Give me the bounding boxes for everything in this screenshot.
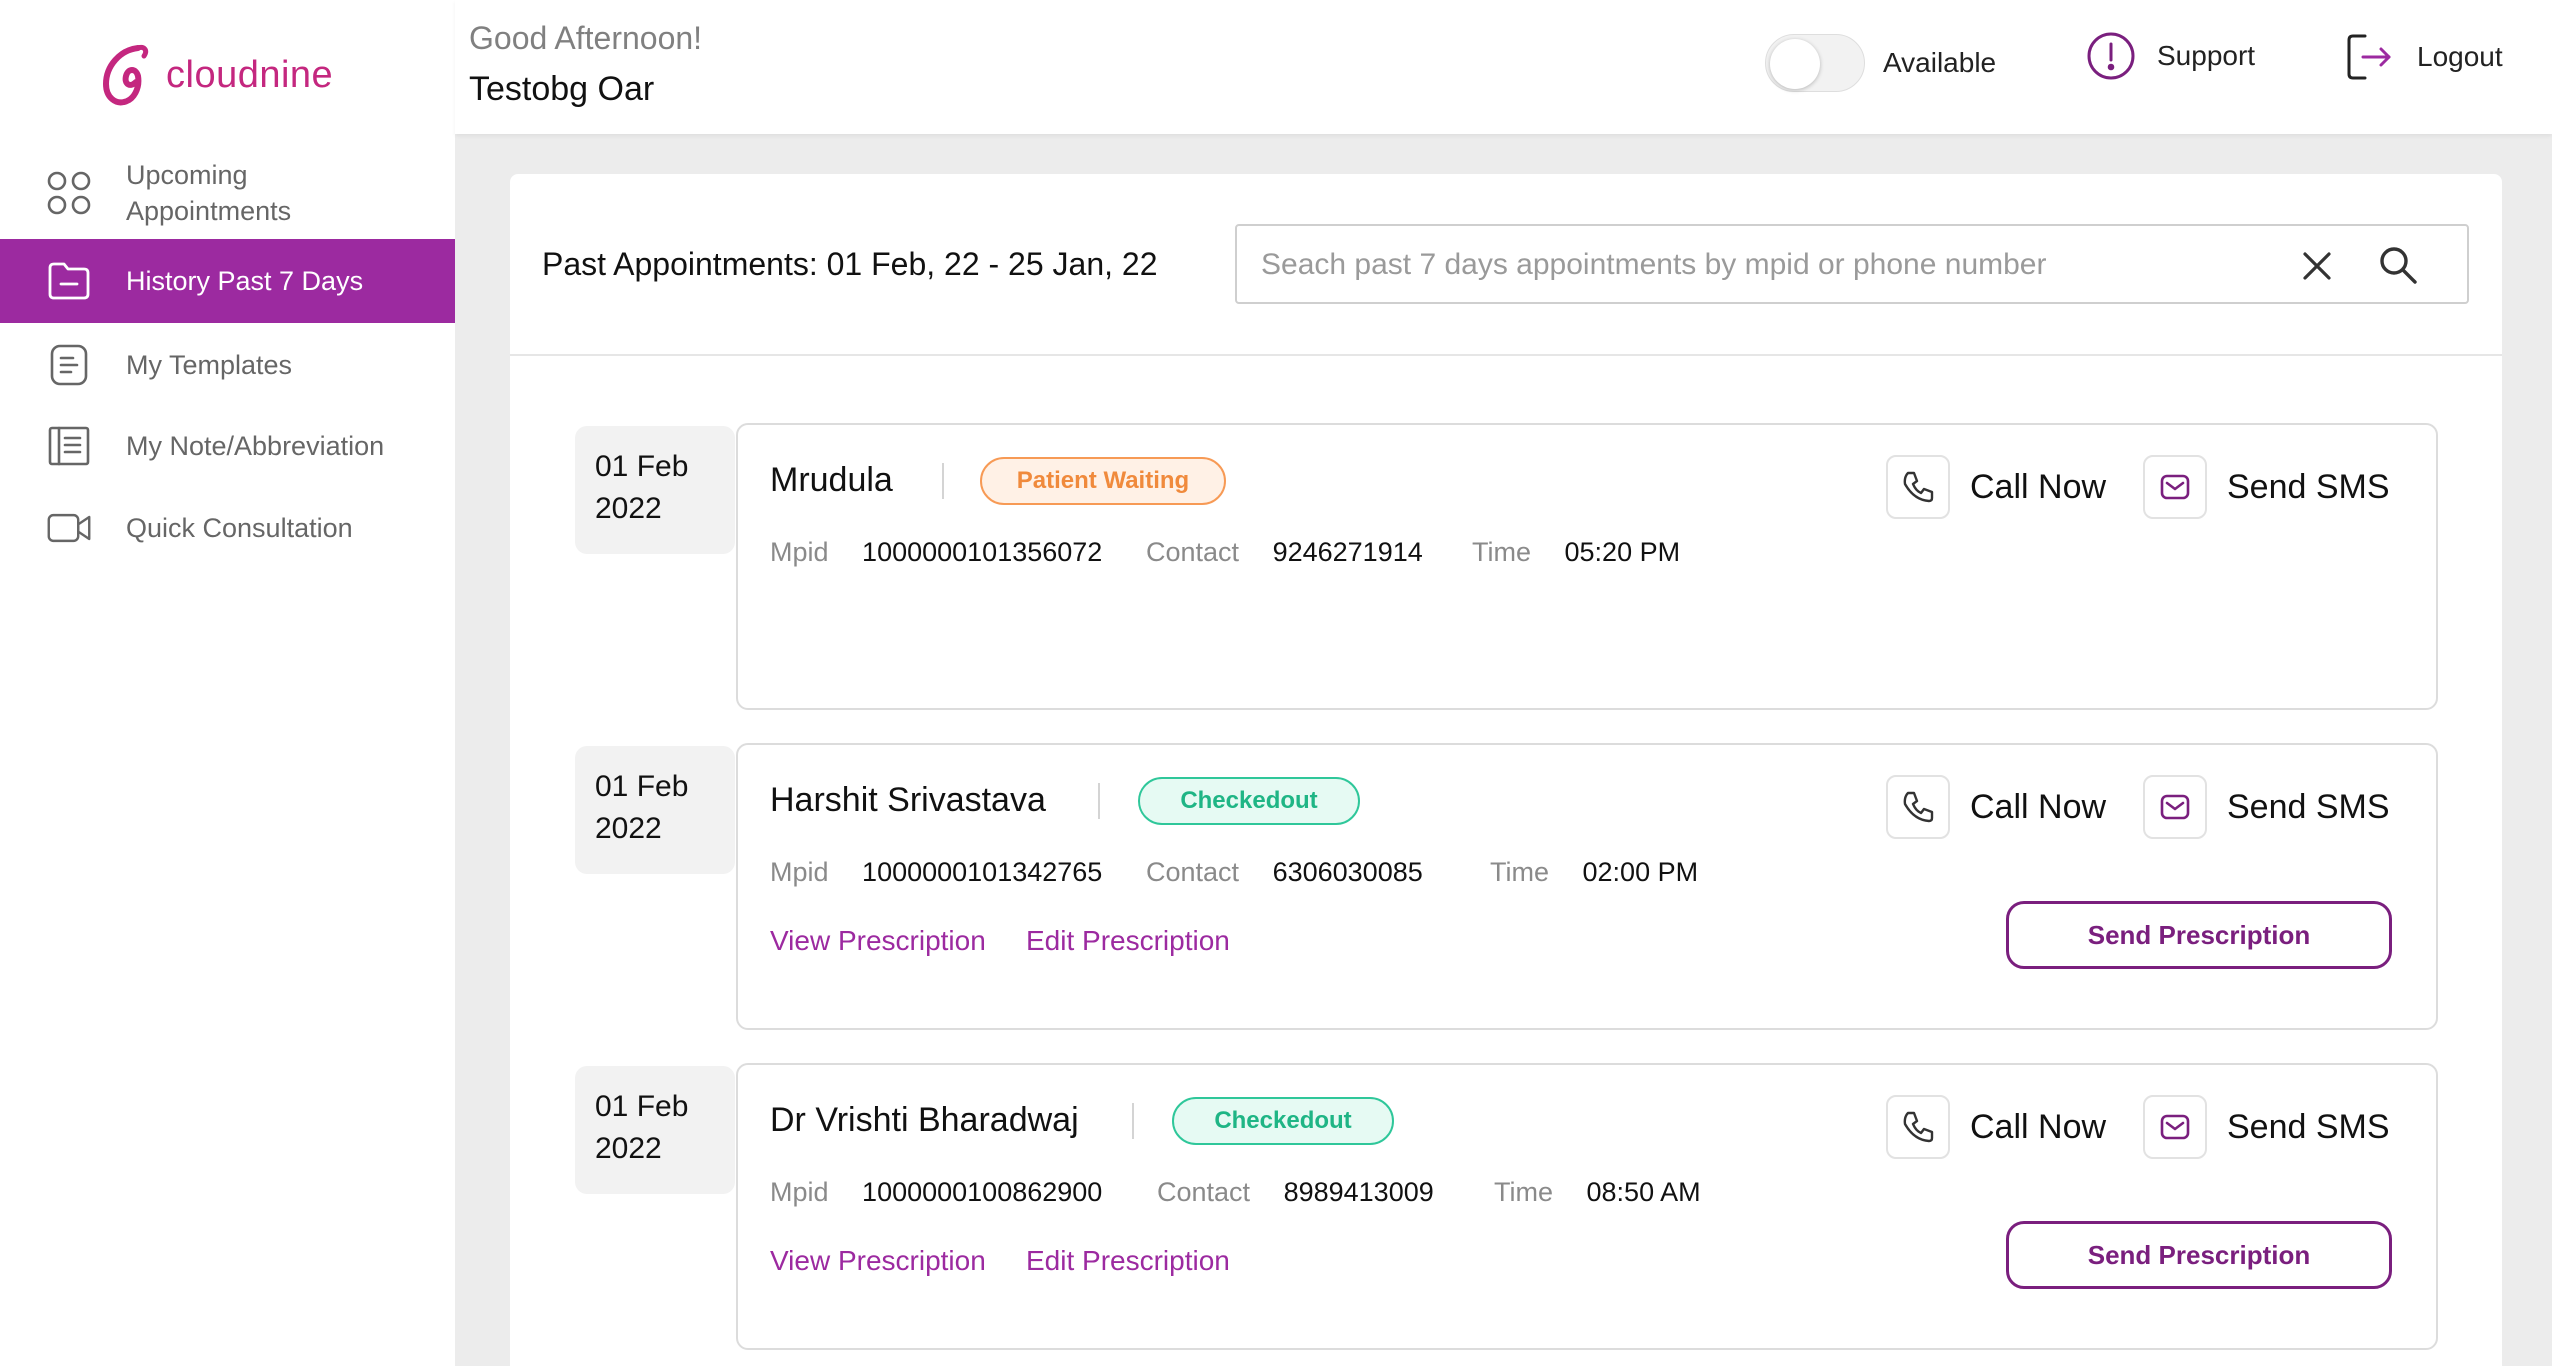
search-box <box>1235 224 2469 304</box>
patient-name: Dr Vrishti Bharadwaj <box>770 1101 1079 1139</box>
user-name: Testobg Oar <box>469 70 655 108</box>
grid-icon <box>46 170 92 216</box>
search-input[interactable] <box>1261 240 2261 290</box>
name-divider <box>942 463 944 499</box>
sidebar-item-label: My Note/Abbreviation <box>126 431 385 461</box>
contact-field: Contact 6306030085 <box>1146 857 1423 887</box>
phone-icon <box>1886 775 1950 839</box>
call-now-label: Call Now <box>1970 467 2107 506</box>
past-appointments-panel: Past Appointments: 01 Feb, 22 - 25 Jan, … <box>510 174 2502 1366</box>
availability-toggle[interactable] <box>1765 34 1865 92</box>
patient-name: Harshit Srivastava <box>770 781 1046 819</box>
send-sms-button[interactable]: Send SMS <box>2143 455 2390 519</box>
send-prescription-button[interactable]: Send Prescription <box>2006 901 2392 969</box>
appointment-card: Dr Vrishti Bharadwaj Checkedout Mpid 100… <box>736 1063 2438 1350</box>
call-now-label: Call Now <box>1970 1107 2107 1146</box>
edit-prescription-link[interactable]: Edit Prescription <box>1026 925 1230 957</box>
appointment-card: Mrudula Patient Waiting Mpid 10000001013… <box>736 423 2438 710</box>
mail-icon <box>2143 1095 2207 1159</box>
time-field: Time 05:20 PM <box>1472 537 1681 567</box>
availability-toggle-group: Available <box>1765 34 1996 92</box>
sidebar-item-label: My Templates <box>126 350 293 380</box>
send-sms-label: Send SMS <box>2227 467 2390 506</box>
name-divider <box>1098 783 1100 819</box>
appointment-date: 01 Feb 2022 <box>575 1066 735 1194</box>
time-field: Time 02:00 PM <box>1490 857 1699 887</box>
sidebar-item-upcoming-appointments[interactable]: Upcoming Appointments <box>0 148 455 238</box>
cloudnine-logo[interactable]: cloudnine <box>98 40 333 110</box>
page-title: Past Appointments: 01 Feb, 22 - 25 Jan, … <box>542 246 1158 282</box>
send-sms-button[interactable]: Send SMS <box>2143 1095 2390 1159</box>
status-badge: Patient Waiting <box>980 457 1226 505</box>
document-icon <box>46 342 92 388</box>
appointment-card: Harshit Srivastava Checkedout Mpid 10000… <box>736 743 2438 1030</box>
view-prescription-link[interactable]: View Prescription <box>770 925 986 957</box>
contact-field: Contact 8989413009 <box>1157 1177 1434 1207</box>
send-prescription-button[interactable]: Send Prescription <box>2006 1221 2392 1289</box>
sidebar-item-my-templates[interactable]: My Templates <box>0 325 455 405</box>
toggle-knob <box>1770 39 1820 89</box>
view-prescription-link[interactable]: View Prescription <box>770 1245 986 1277</box>
greeting-text: Good Afternoon! <box>469 20 703 56</box>
search-icon[interactable] <box>2377 244 2419 286</box>
alert-circle-icon <box>2087 32 2135 80</box>
availability-label: Available <box>1883 47 1997 78</box>
support-label: Support <box>2157 40 2256 71</box>
logout-label: Logout <box>2417 41 2503 72</box>
top-header: Good Afternoon! Testobg Oar Available Su… <box>455 0 2552 134</box>
status-badge: Checkedout <box>1172 1097 1394 1145</box>
sidebar-item-label: History Past 7 Days <box>126 266 364 296</box>
sidebar-item-label: Upcoming Appointments <box>126 160 292 226</box>
sidebar: cloudnine Upcoming Appointments History … <box>0 0 455 1366</box>
status-badge: Checkedout <box>1138 777 1360 825</box>
video-icon <box>46 505 92 551</box>
phone-icon <box>1886 1095 1950 1159</box>
call-now-button[interactable]: Call Now <box>1886 1095 2106 1159</box>
appointment-date: 01 Feb 2022 <box>575 746 735 874</box>
appointment-date: 01 Feb 2022 <box>575 426 735 554</box>
send-sms-button[interactable]: Send SMS <box>2143 775 2390 839</box>
logout-button[interactable]: Logout <box>2343 30 2503 84</box>
close-icon[interactable] <box>2297 246 2337 286</box>
contact-field: Contact 9246271914 <box>1146 537 1423 567</box>
panel-toolbar: Past Appointments: 01 Feb, 22 - 25 Jan, … <box>510 174 2502 356</box>
sidebar-item-history-past-7-days[interactable]: History Past 7 Days <box>0 239 455 323</box>
send-sms-label: Send SMS <box>2227 787 2390 826</box>
sidebar-item-my-note-abbreviation[interactable]: My Note/Abbreviation <box>0 406 455 486</box>
phone-icon <box>1886 455 1950 519</box>
notebook-icon <box>46 423 92 469</box>
call-now-button[interactable]: Call Now <box>1886 455 2106 519</box>
patient-name: Mrudula <box>770 461 893 499</box>
time-field: Time 08:50 AM <box>1494 1177 1701 1207</box>
call-now-label: Call Now <box>1970 787 2107 826</box>
brand-name: cloudnine <box>166 53 334 96</box>
cloudnine-logo-icon <box>102 45 149 106</box>
send-sms-label: Send SMS <box>2227 1107 2390 1146</box>
sidebar-item-quick-consultation[interactable]: Quick Consultation <box>0 488 455 568</box>
folder-icon <box>46 258 92 304</box>
name-divider <box>1132 1103 1134 1139</box>
mpid-field: Mpid 1000000100862900 <box>770 1177 1103 1207</box>
sidebar-item-label: Quick Consultation <box>126 513 353 543</box>
logout-icon <box>2347 34 2391 80</box>
mpid-field: Mpid 1000000101342765 <box>770 857 1103 887</box>
mail-icon <box>2143 455 2207 519</box>
mail-icon <box>2143 775 2207 839</box>
mpid-field: Mpid 1000000101356072 <box>770 537 1103 567</box>
support-button[interactable]: Support <box>2085 30 2255 82</box>
call-now-button[interactable]: Call Now <box>1886 775 2106 839</box>
edit-prescription-link[interactable]: Edit Prescription <box>1026 1245 1230 1277</box>
